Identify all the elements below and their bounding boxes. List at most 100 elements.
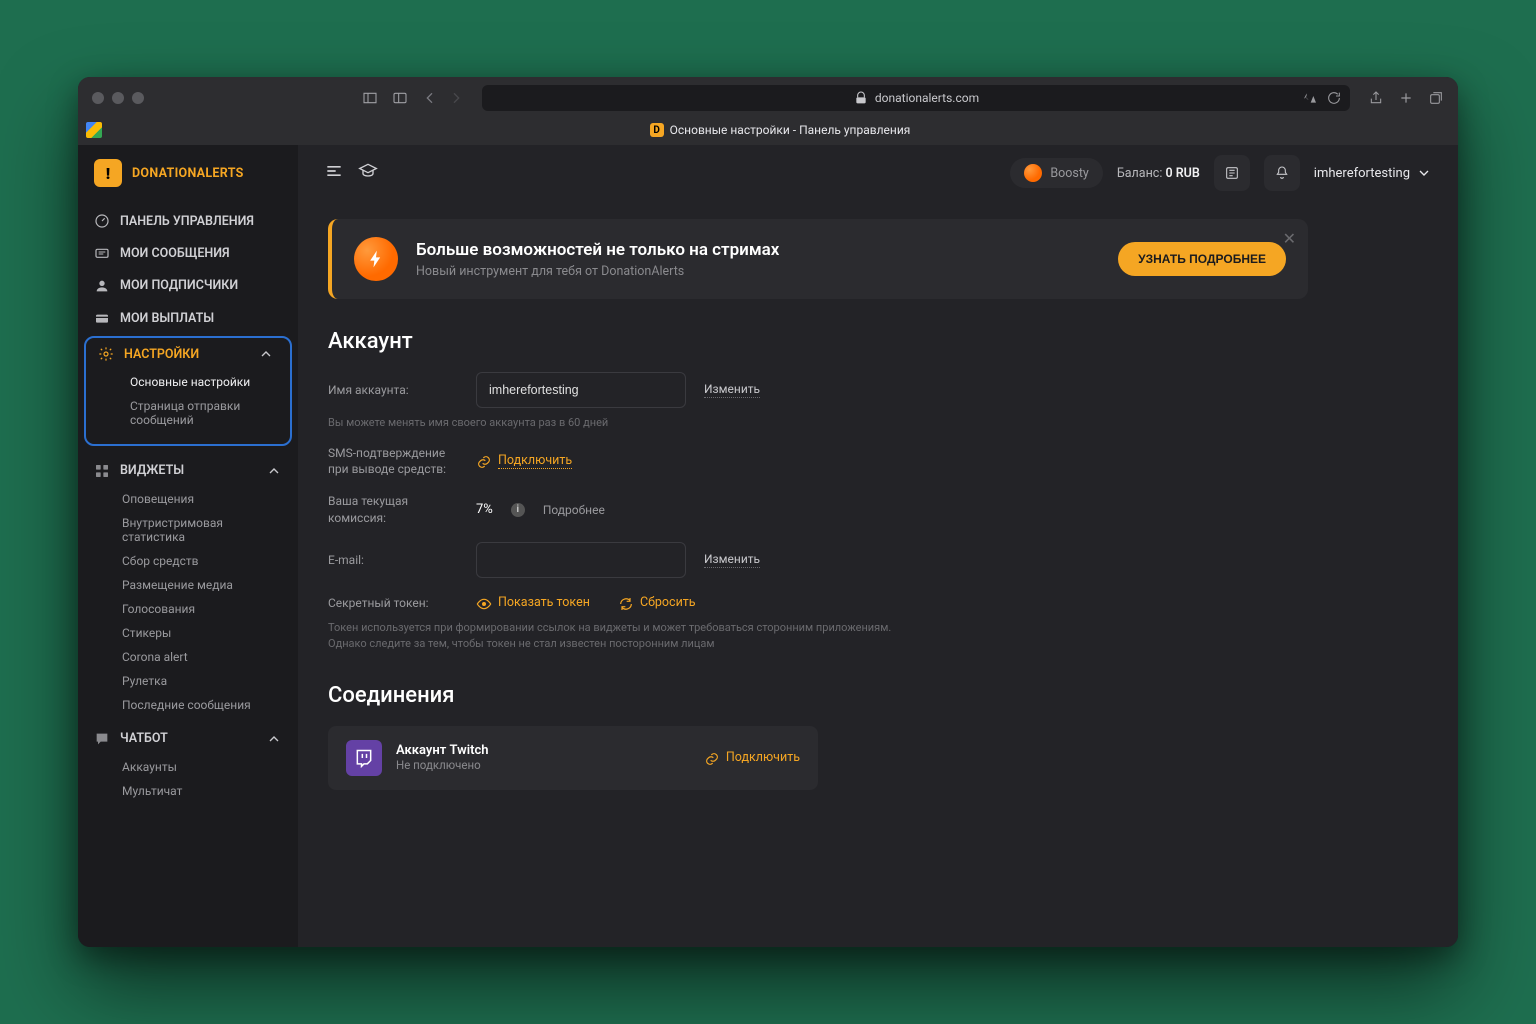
promo-close-icon[interactable]: ✕ [1283,229,1296,248]
sidebar-item-widgets[interactable]: ВИДЖЕТЫ [78,454,298,486]
window-controls[interactable] [92,92,144,104]
balance-label: Баланс: [1117,166,1162,181]
sidebar-item-label: ЧАТБОТ [120,731,168,746]
sidebar-sub-label: Голосования [122,602,195,616]
balance-value: 0 RUB [1165,166,1199,181]
account-name-change-link[interactable]: Изменить [704,382,760,398]
tabs-icon[interactable] [1428,90,1444,106]
sidebar-sub-polls[interactable]: Голосования [78,597,298,621]
sidebar-item-dashboard[interactable]: ПАНЕЛЬ УПРАВЛЕНИЯ [78,205,298,237]
user-menu[interactable]: imherefortesting [1314,165,1432,181]
menu-toggle-icon[interactable] [324,161,344,186]
sidebar-item-label: ПАНЕЛЬ УПРАВЛЕНИЯ [120,214,254,229]
connection-twitch-card: Аккаунт Twitch Не подключено Подключить [328,726,818,790]
sidebar-sub-fundraising[interactable]: Сбор средств [78,549,298,573]
boosty-icon [1024,164,1042,182]
sidebar-sub-accounts[interactable]: Аккаунты [78,755,298,779]
bell-icon [1274,165,1290,181]
browser-tab-active[interactable]: D Основные настройки - Панель управления [110,123,1450,137]
sidebar-sub-send-page[interactable]: Страница отправки сообщений [86,394,290,432]
sidebar-sub-label: Оповещения [122,492,194,506]
reload-icon[interactable] [1326,90,1342,106]
username: imherefortesting [1314,166,1410,181]
promo-title: Больше возможностей не только на стримах [416,240,779,260]
email-input[interactable] [476,542,686,578]
sms-connect-link[interactable]: Подключить [476,452,572,470]
token-row: Секретный токен: Показать токен Сбросить [328,594,1308,612]
brand-logo[interactable]: DONATIONALERTS [78,145,298,201]
address-bar[interactable]: donationalerts.com [482,85,1350,111]
sidebar-sub-label: Размещение медиа [122,578,233,592]
account-name-hint: Вы можете менять имя своего аккаунта раз… [328,416,1308,429]
google-drive-icon[interactable] [86,122,102,138]
newspaper-icon [1224,165,1240,181]
sidebar-item-label: НАСТРОЙКИ [124,347,199,362]
notifications-button[interactable] [1264,155,1300,191]
link-icon [476,452,492,470]
chevron-up-icon [258,346,274,362]
sidebar-sub-main-settings[interactable]: Основные настройки [86,370,290,394]
token-label: Секретный токен: [328,595,458,611]
browser-toolbar: donationalerts.com [78,77,1458,119]
sidebar-item-settings[interactable]: НАСТРОЙКИ [86,338,290,370]
academy-icon[interactable] [358,161,378,186]
sidebar-item-subscribers[interactable]: МОИ ПОДПИСЧИКИ [78,270,298,302]
donationalerts-logo-icon [94,159,122,187]
address-text: donationalerts.com [875,91,979,105]
sidebar-sub-label: Corona alert [122,650,188,664]
close-window-icon[interactable] [92,92,104,104]
connection-connect-link[interactable]: Подключить [704,749,800,767]
sidebar-sub-label: Последние сообщения [122,698,251,712]
news-button[interactable] [1214,155,1250,191]
sms-label: SMS-подтверждение при выводе средств: [328,445,458,477]
minimize-window-icon[interactable] [112,92,124,104]
token-show-link[interactable]: Показать токен [476,594,590,612]
sidebar-item-payouts[interactable]: МОИ ВЫПЛАТЫ [78,302,298,334]
sidebar-sub-label: Мультичат [122,784,182,798]
fee-label: Ваша текущая комиссия: [328,493,458,525]
sms-row: SMS-подтверждение при выводе средств: По… [328,445,1308,477]
sidebar-sub-label: Стикеры [122,626,171,640]
sidebar-sub-last-messages[interactable]: Последние сообщения [78,693,298,717]
maximize-window-icon[interactable] [132,92,144,104]
sidebar-sub-label: Страница отправки сообщений [130,399,240,427]
nav-back-icon[interactable] [422,90,438,106]
sidebar-item-label: МОИ СООБЩЕНИЯ [120,246,230,261]
fee-more-link[interactable]: Подробнее [543,503,605,517]
messages-icon [94,245,110,261]
chevron-down-icon [1416,165,1432,181]
sidebar-sub-stickers[interactable]: Стикеры [78,621,298,645]
info-icon[interactable]: i [511,503,525,517]
eye-icon [476,594,492,612]
sidebar-item-label: МОИ ВЫПЛАТЫ [120,311,214,326]
new-tab-icon[interactable] [1398,90,1414,106]
share-icon[interactable] [1368,90,1384,106]
sidebar-sub-corona-alert[interactable]: Corona alert [78,645,298,669]
chat-icon [94,731,110,747]
promo-subtitle: Новый инструмент для тебя от DonationAle… [416,264,779,279]
sidebar-sub-multichat[interactable]: Мультичат [78,779,298,803]
sidebar-toggle-icon[interactable] [362,90,378,106]
account-name-label: Имя аккаунта: [328,382,458,398]
account-name-input[interactable] [476,372,686,408]
balance-display[interactable]: Баланс: 0 RUB [1117,166,1200,181]
email-label: E-mail: [328,552,458,568]
promo-cta-button[interactable]: УЗНАТЬ ПОДРОБНЕЕ [1118,242,1286,276]
sidebar-sub-stream-stats[interactable]: Внутристримовая статистика [78,511,298,549]
boosty-button[interactable]: Boosty [1010,158,1103,188]
boosty-label: Boosty [1050,166,1089,181]
sidebar-item-chatbot[interactable]: ЧАТБОТ [78,723,298,755]
email-row: E-mail: Изменить [328,542,1308,578]
sidebar-item-label: ВИДЖЕТЫ [120,463,184,478]
token-reset-link[interactable]: Сбросить [618,594,696,612]
email-change-link[interactable]: Изменить [704,552,760,568]
sidebar-sub-alerts[interactable]: Оповещения [78,487,298,511]
sms-connect-label: Подключить [498,453,572,469]
token-reset-label: Сбросить [640,595,696,610]
gear-icon [98,346,114,362]
sidebar-item-messages[interactable]: МОИ СООБЩЕНИЯ [78,237,298,269]
tab-overview-icon[interactable] [392,90,408,106]
sidebar-sub-roulette[interactable]: Рулетка [78,669,298,693]
sidebar-sub-media[interactable]: Размещение медиа [78,573,298,597]
translate-icon[interactable] [1302,90,1318,106]
